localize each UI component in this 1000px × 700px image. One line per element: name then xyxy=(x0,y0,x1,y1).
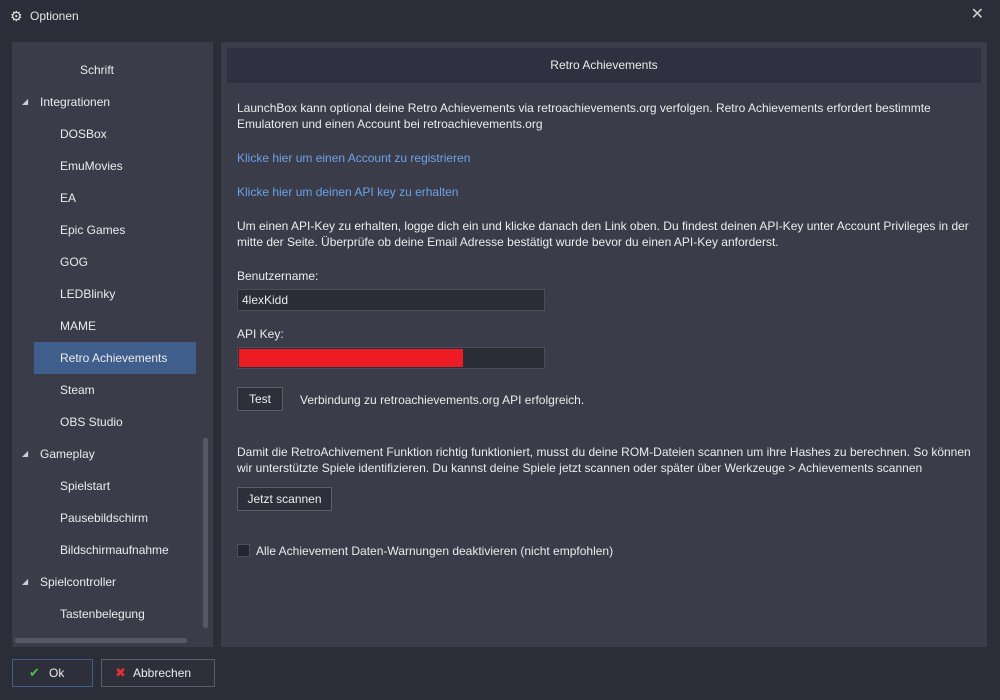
sidebar-item-emumovies[interactable]: EmuMovies xyxy=(60,150,123,182)
sidebar-section-integrationen[interactable]: ◢ Integrationen xyxy=(22,86,110,118)
sidebar-item-dosbox[interactable]: DOSBox xyxy=(60,118,107,150)
sidebar-section-gameplay[interactable]: ◢ Gameplay xyxy=(22,438,95,470)
check-icon: ✔ xyxy=(29,665,40,680)
intro-text-line1: LaunchBox kann optional deine Retro Achi… xyxy=(237,101,931,115)
sidebar-item-ledblinky[interactable]: LEDBlinky xyxy=(60,278,115,310)
triangle-expanded-icon: ◢ xyxy=(22,449,29,458)
sidebar-item-epic-games[interactable]: Epic Games xyxy=(60,214,125,246)
sidebar-item-retro-achievements[interactable]: Retro Achievements xyxy=(34,342,196,374)
api-info-text-line2: mitte der Seite. Überprüfe ob deine Emai… xyxy=(237,235,779,249)
api-info-text-line1: Um einen API-Key zu erhalten, logge dich… xyxy=(237,219,969,233)
api-key-input[interactable] xyxy=(237,347,545,369)
sidebar-item-obs-studio[interactable]: OBS Studio xyxy=(60,406,123,438)
sidebar-item-ea[interactable]: EA xyxy=(60,182,76,214)
disable-warnings-label[interactable]: Alle Achievement Daten-Warnungen deaktiv… xyxy=(256,543,613,559)
sidebar-item-spielstart[interactable]: Spielstart xyxy=(60,470,110,502)
test-button[interactable]: Test xyxy=(237,387,283,411)
ok-button[interactable]: ✔ Ok xyxy=(12,659,93,687)
close-icon[interactable]: ✕ xyxy=(971,7,984,23)
window-title: Optionen xyxy=(30,9,79,23)
api-key-redaction xyxy=(239,349,463,367)
triangle-expanded-icon: ◢ xyxy=(22,97,29,106)
sidebar: Schrift ◢ Integrationen DOSBox EmuMovies… xyxy=(12,42,213,647)
title-bar: ⚙ Optionen ✕ xyxy=(0,0,1000,32)
triangle-expanded-icon: ◢ xyxy=(22,577,29,586)
test-status-text: Verbindung zu retroachievements.org API … xyxy=(300,393,585,407)
scan-info-text-line2: wir unterstützte Spiele identifizieren. … xyxy=(237,461,923,475)
scan-info-text-line1: Damit die RetroAchivement Funktion richt… xyxy=(237,445,971,459)
content-panel: Retro Achievements LaunchBox kann option… xyxy=(221,42,987,647)
username-input[interactable]: 4lexKidd xyxy=(237,289,545,311)
sidebar-item-tastenbelegung[interactable]: Tastenbelegung xyxy=(60,598,145,630)
intro-text-line2: Emulatoren und einen Account bei retroac… xyxy=(237,117,543,131)
gear-icon: ⚙ xyxy=(10,8,23,24)
sidebar-item-pausebildschirm[interactable]: Pausebildschirm xyxy=(60,502,148,534)
get-api-key-link[interactable]: Klicke hier um deinen API key zu erhalte… xyxy=(237,185,458,199)
api-key-label: API Key: xyxy=(237,327,284,341)
sidebar-item-bildschirmaufnahme[interactable]: Bildschirmaufnahme xyxy=(60,534,169,566)
register-account-link[interactable]: Klicke hier um einen Account zu registri… xyxy=(237,151,470,165)
sidebar-section-spielcontroller[interactable]: ◢ Spielcontroller xyxy=(22,566,116,598)
username-label: Benutzername: xyxy=(237,269,319,283)
disable-warnings-checkbox[interactable] xyxy=(237,544,250,557)
sidebar-vertical-scrollbar[interactable] xyxy=(203,438,208,628)
sidebar-item-steam[interactable]: Steam xyxy=(60,374,95,406)
sidebar-horizontal-scrollbar[interactable] xyxy=(15,638,187,643)
sidebar-item-mame[interactable]: MAME xyxy=(60,310,96,342)
scan-now-button[interactable]: Jetzt scannen xyxy=(237,487,332,511)
cancel-button[interactable]: ✖ Abbrechen xyxy=(101,659,215,687)
cross-icon: ✖ xyxy=(115,665,126,680)
page-title: Retro Achievements xyxy=(227,48,981,83)
sidebar-item-schrift[interactable]: Schrift xyxy=(80,54,114,86)
sidebar-item-gog[interactable]: GOG xyxy=(60,246,88,278)
